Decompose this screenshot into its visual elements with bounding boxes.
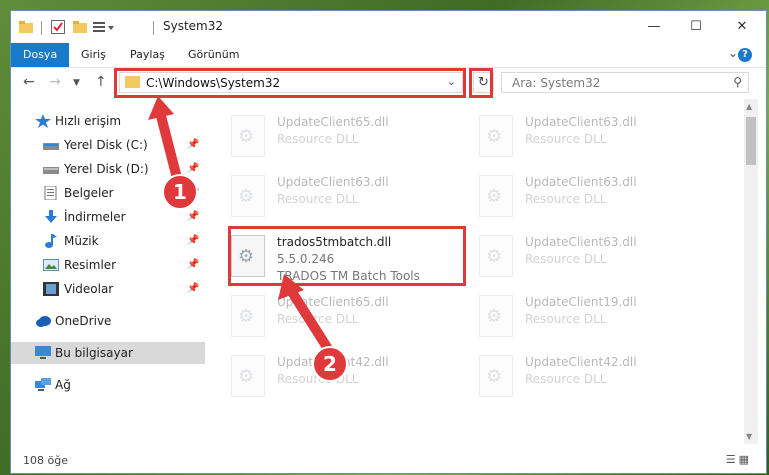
arrowhead-step-1 <box>148 96 174 120</box>
step-1-badge: 1 <box>162 174 198 210</box>
annotation-arrows <box>148 96 335 357</box>
step-2-badge: 2 <box>312 346 348 382</box>
arrow-step-2 <box>287 287 335 357</box>
arrow-step-1 <box>155 107 183 187</box>
